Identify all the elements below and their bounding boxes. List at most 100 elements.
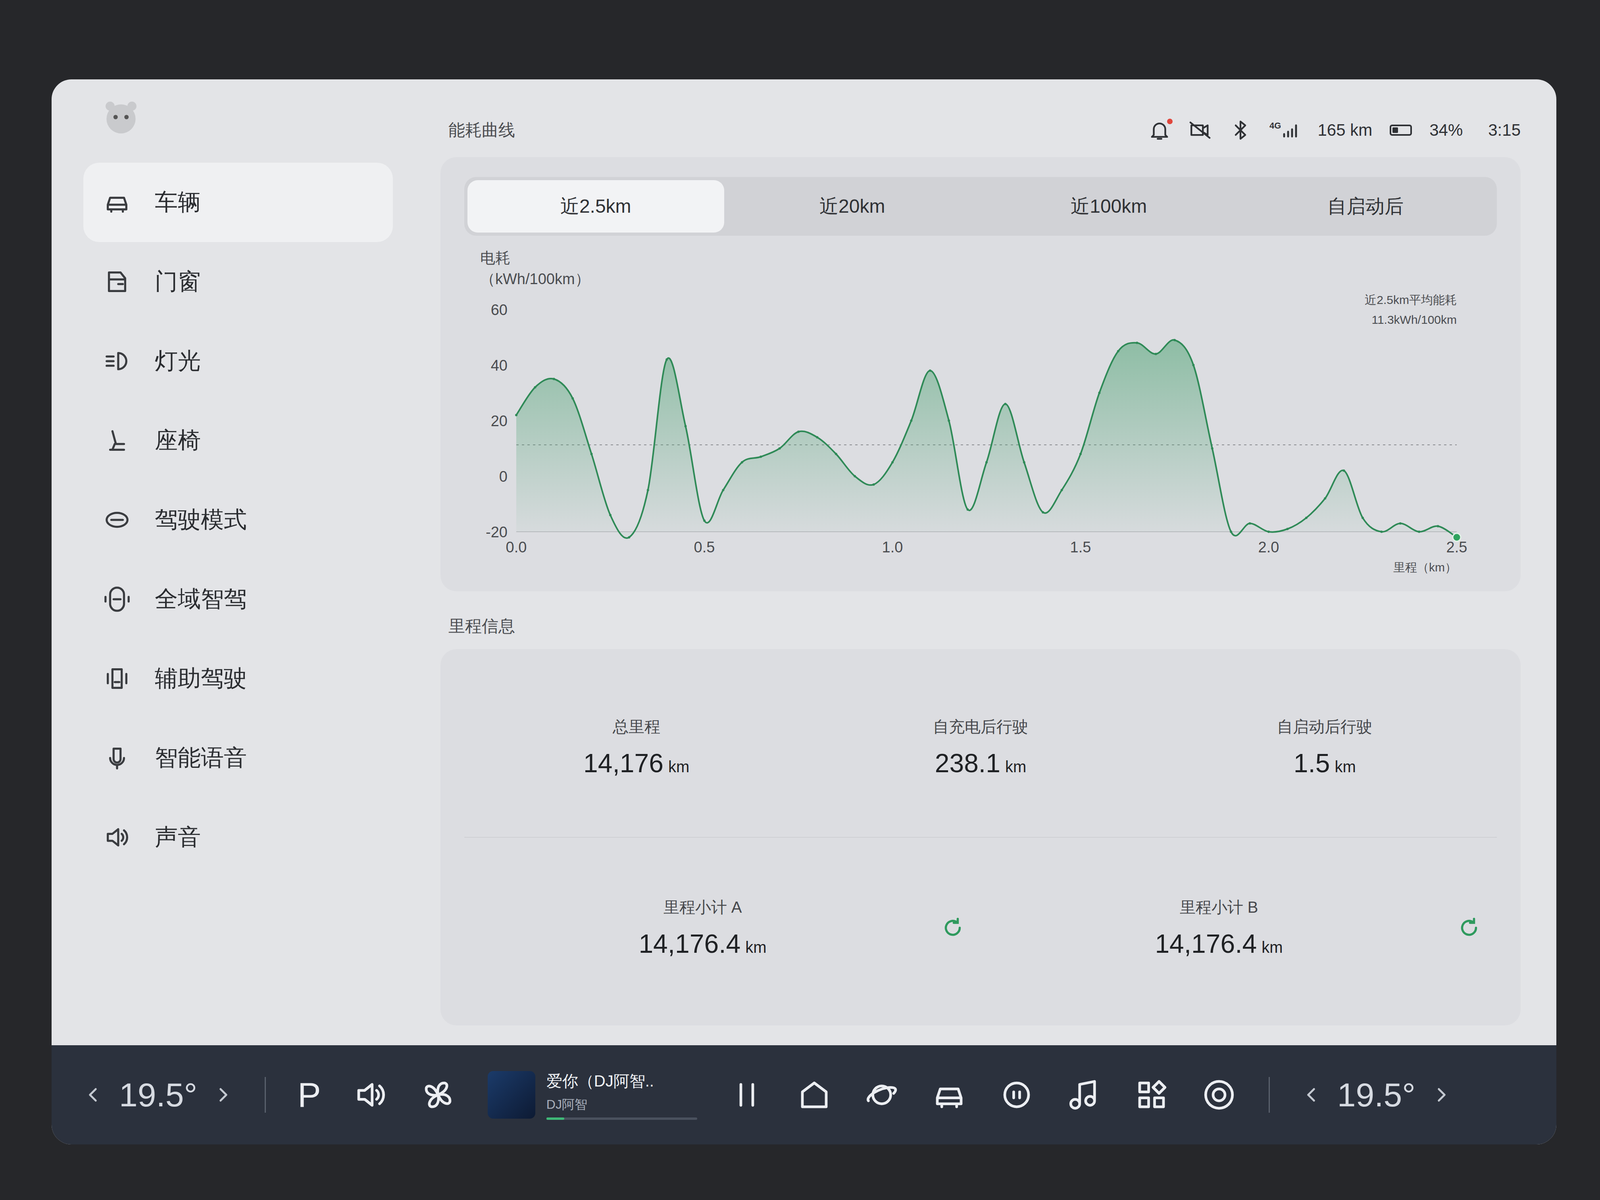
trip-unit: km xyxy=(1261,938,1283,957)
stat-label: 自充电后行驶 xyxy=(932,715,1029,738)
data-point xyxy=(1380,530,1383,533)
notification[interactable] xyxy=(1148,118,1172,142)
range-tab[interactable]: 自启动后 xyxy=(1237,180,1495,233)
sidebar-item[interactable]: 灯光 xyxy=(83,321,393,401)
sidebar-item[interactable]: 智能语音 xyxy=(83,718,393,798)
data-point xyxy=(891,461,894,464)
y-tick: 60 xyxy=(490,301,508,319)
car-display: 车辆门窗灯光座椅驾驶模式全域智驾辅助驾驶智能语音声音能耗曲线4G165 km34… xyxy=(0,0,1600,1200)
data-point xyxy=(740,461,744,464)
sidebar-item[interactable]: 车辆 xyxy=(83,162,393,243)
car-icon xyxy=(103,188,131,217)
sidebar-item[interactable]: 座椅 xyxy=(83,400,393,481)
data-point xyxy=(627,536,631,539)
sidebar-item[interactable]: 驾驶模式 xyxy=(83,480,393,560)
temperature-value: 19.5° xyxy=(119,1075,198,1115)
x-tick-label: 2.5 xyxy=(1446,538,1468,556)
dock: 19.5° P 爱你（DJ阿智..DJ阿智 19.5° xyxy=(51,1045,1557,1145)
sidebar-item[interactable]: 辅助驾驶 xyxy=(83,638,393,719)
trip-meter: 里程小计 A14,176.4km xyxy=(464,884,981,971)
mascot-icon[interactable] xyxy=(99,95,143,139)
sidebar-item[interactable]: 声音 xyxy=(83,797,393,877)
screen: 车辆门窗灯光座椅驾驶模式全域智驾辅助驾驶智能语音声音能耗曲线4G165 km34… xyxy=(51,79,1557,1145)
x-tick-label: 0.0 xyxy=(505,538,527,556)
data-point xyxy=(1267,530,1270,533)
sidebar-label: 座椅 xyxy=(154,425,201,456)
data-point xyxy=(1154,352,1158,356)
divider xyxy=(264,1076,266,1113)
y-tick-label: 40 xyxy=(490,357,508,374)
stat-label: 自启动后行驶 xyxy=(1276,715,1373,738)
bluetooth-icon xyxy=(1228,118,1252,142)
y-axis-unit: （kWh/100km） xyxy=(480,268,1497,290)
planet-icon[interactable] xyxy=(863,1076,900,1113)
temp-down-icon[interactable] xyxy=(1301,1084,1322,1105)
sidebar-label: 辅助驾驶 xyxy=(154,663,247,695)
passenger-temperature: 19.5° xyxy=(1301,1075,1452,1115)
speaker-icon xyxy=(103,823,131,852)
reset-icon[interactable] xyxy=(940,915,965,940)
sidebar-item[interactable]: 全域智驾 xyxy=(83,559,393,639)
temp-up-icon[interactable] xyxy=(1431,1084,1452,1105)
data-point xyxy=(1305,516,1308,520)
network-label: 4G xyxy=(1269,120,1281,131)
x-axis-label: 里程（km） xyxy=(1393,560,1457,574)
data-point xyxy=(533,386,537,389)
sidebar-label: 智能语音 xyxy=(154,742,247,774)
x-tick: 1.0 xyxy=(882,538,904,556)
pause-icon[interactable] xyxy=(728,1076,765,1113)
data-point xyxy=(1342,469,1346,472)
y-tick-label: 60 xyxy=(490,301,508,319)
car-icon[interactable] xyxy=(931,1076,968,1113)
trip-label: 里程小计 A xyxy=(663,896,743,919)
record-icon[interactable] xyxy=(1201,1076,1237,1113)
data-point xyxy=(609,513,612,517)
smart-drive-icon xyxy=(103,585,131,614)
volume-icon[interactable] xyxy=(352,1076,389,1113)
data-point xyxy=(1135,341,1139,345)
sidebar-item[interactable]: 门窗 xyxy=(83,242,393,322)
microphone-icon xyxy=(103,744,131,772)
section-title: 里程信息 xyxy=(440,611,1521,642)
y-axis-label: 电耗 xyxy=(480,247,1497,269)
data-point xyxy=(1399,522,1402,525)
y-tick-label: 20 xyxy=(490,412,508,430)
temp-up-icon[interactable] xyxy=(213,1084,233,1105)
data-point xyxy=(1211,447,1214,450)
parking-button[interactable]: P xyxy=(297,1074,322,1116)
data-point xyxy=(515,413,518,417)
album-art xyxy=(487,1071,536,1119)
track-title: 爱你（DJ阿智.. xyxy=(546,1070,698,1093)
home-icon[interactable] xyxy=(796,1076,833,1113)
fan-icon[interactable] xyxy=(420,1076,456,1113)
headlight-icon xyxy=(103,347,131,375)
unread-dot xyxy=(1167,118,1173,125)
network: 4G xyxy=(1269,120,1300,140)
range-tab[interactable]: 近2.5km xyxy=(467,180,725,233)
media-player[interactable]: 爱你（DJ阿智..DJ阿智 xyxy=(487,1070,698,1120)
mileage-stat: 自充电后行驶 238.1km xyxy=(808,703,1153,791)
data-point xyxy=(909,419,913,422)
range-tab[interactable]: 近20km xyxy=(724,180,981,233)
music-note-icon[interactable] xyxy=(1066,1076,1102,1113)
assistant-face-icon[interactable] xyxy=(998,1076,1035,1113)
consumption-line xyxy=(516,340,1457,539)
y-tick: 20 xyxy=(490,412,508,430)
range: 165 km xyxy=(1317,120,1373,140)
x-tick: 1.5 xyxy=(1070,538,1092,556)
temp-down-icon[interactable] xyxy=(83,1084,104,1105)
range-tabs: 近2.5km近20km近100km自启动后 xyxy=(464,176,1497,236)
average-value: 11.3kWh/100km xyxy=(1371,313,1457,327)
data-point xyxy=(797,430,800,433)
battery-icon xyxy=(1389,124,1412,136)
x-tick: 2.5 xyxy=(1446,538,1468,556)
data-point xyxy=(1041,511,1045,514)
range-tab[interactable]: 近100km xyxy=(980,180,1238,233)
reset-icon[interactable] xyxy=(1457,915,1481,940)
data-point xyxy=(834,452,838,456)
stat-unit: km xyxy=(668,757,690,776)
data-point xyxy=(1003,402,1007,406)
apps-icon[interactable] xyxy=(1133,1076,1170,1113)
stat-value: 238.1km xyxy=(934,748,1027,779)
status-bar: 4G165 km34%3:15 xyxy=(1148,118,1521,142)
